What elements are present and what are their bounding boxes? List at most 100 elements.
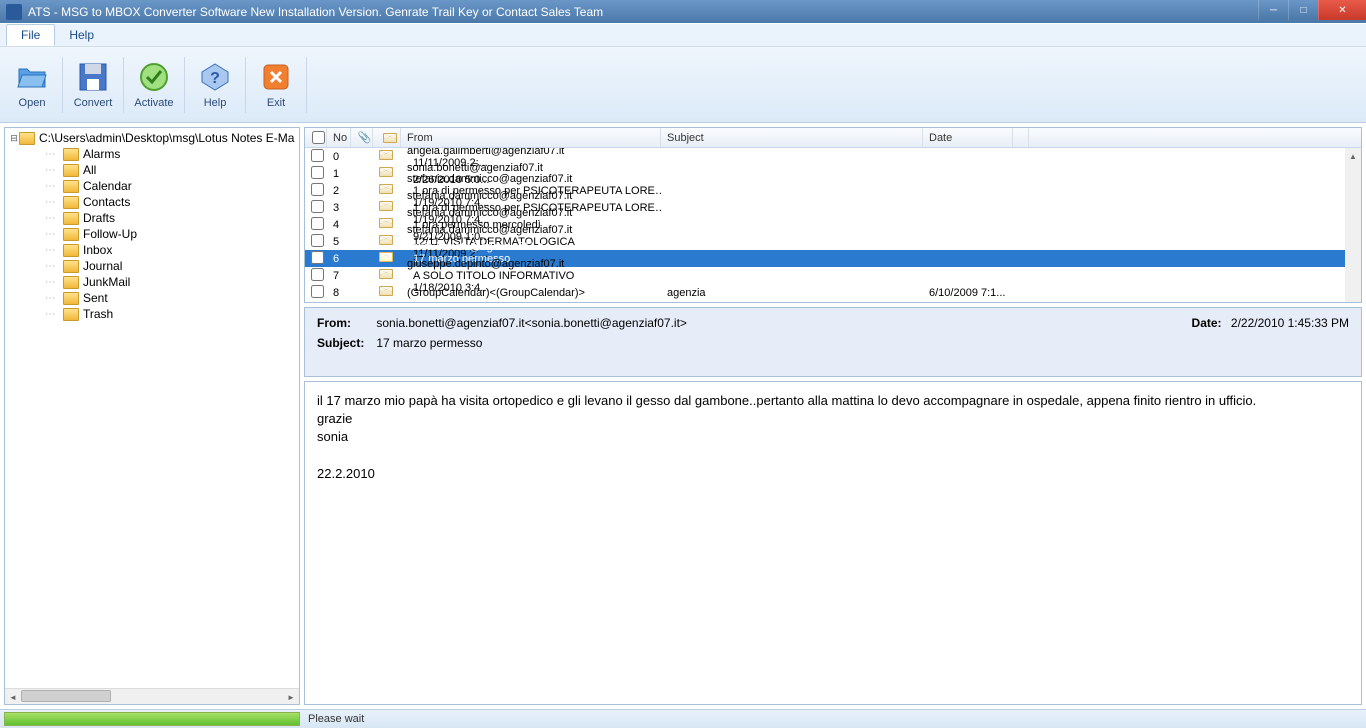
tree-item-follow-up[interactable]: ⋯Follow-Up (7, 226, 297, 242)
col-subject[interactable]: Subject (661, 128, 923, 147)
tree-item-journal[interactable]: ⋯Journal (7, 258, 297, 274)
body-line: 22.2.2010 (317, 465, 1349, 483)
tree-horizontal-scrollbar[interactable]: ◄ ► (5, 688, 299, 704)
row-checkbox[interactable] (311, 234, 324, 247)
select-all-checkbox[interactable] (312, 131, 325, 144)
tree-item-label: Calendar (83, 179, 132, 193)
folder-icon (63, 148, 79, 161)
help-label: Help (204, 97, 227, 109)
tree-branch-icon: ⋯ (45, 277, 63, 288)
attachment-icon: 📎 (358, 131, 372, 144)
tree-branch-icon: ⋯ (45, 229, 63, 240)
folder-icon (63, 180, 79, 193)
row-checkbox[interactable] (311, 200, 324, 213)
message-row[interactable]: 8(GroupCalendar)<(GroupCalendar)>agenzia… (305, 284, 1361, 301)
message-row[interactable]: 7giuseppe.depinto@agenziaf07.itA SOLO TI… (305, 267, 1361, 284)
row-checkbox[interactable] (311, 251, 324, 264)
tree-branch-icon: ⋯ (45, 197, 63, 208)
menu-file[interactable]: File (6, 24, 55, 46)
col-no[interactable]: No (327, 128, 351, 147)
row-envelope (373, 286, 401, 299)
row-checkbox[interactable] (311, 268, 324, 281)
scroll-up-icon[interactable]: ▲ (1345, 148, 1361, 164)
row-checkbox[interactable] (311, 166, 324, 179)
row-envelope (373, 218, 401, 231)
col-checkbox[interactable] (305, 128, 327, 147)
row-checkbox[interactable] (311, 149, 324, 162)
tree-item-inbox[interactable]: ⋯Inbox (7, 242, 297, 258)
list-vertical-scrollbar[interactable]: ▲ (1345, 148, 1361, 302)
window-titlebar: ATS - MSG to MBOX Converter Software New… (0, 0, 1366, 23)
tree-item-contacts[interactable]: ⋯Contacts (7, 194, 297, 210)
scroll-right-icon[interactable]: ► (283, 689, 299, 705)
tree-branch-icon: ⋯ (45, 165, 63, 176)
tree-item-drafts[interactable]: ⋯Drafts (7, 210, 297, 226)
tree-branch-icon: ⋯ (45, 213, 63, 224)
tree-item-label: Alarms (83, 147, 120, 161)
activate-check-icon (138, 61, 170, 93)
help-icon: ? (199, 61, 231, 93)
scroll-thumb[interactable] (21, 690, 111, 702)
row-checkbox[interactable] (311, 183, 324, 196)
col-envelope[interactable] (373, 128, 401, 147)
col-from[interactable]: From (401, 128, 661, 147)
status-text: Please wait (308, 713, 364, 725)
tree-item-calendar[interactable]: ⋯Calendar (7, 178, 297, 194)
tree-root-item[interactable]: ⊟ C:\Users\admin\Desktop\msg\Lotus Notes… (7, 130, 297, 146)
col-attachment[interactable]: 📎 (351, 128, 373, 147)
preview-from-label: From: (317, 316, 373, 330)
row-envelope (373, 252, 401, 265)
preview-from-value: sonia.bonetti@agenziaf07.it<sonia.bonett… (376, 316, 687, 330)
body-line: sonia (317, 428, 1349, 446)
help-button[interactable]: ? Help (187, 52, 243, 118)
envelope-icon (383, 133, 397, 143)
tree-item-sent[interactable]: ⋯Sent (7, 290, 297, 306)
window-maximize-button[interactable]: □ (1288, 0, 1318, 20)
tree-item-label: Trash (83, 307, 113, 321)
status-bar: Please wait (0, 709, 1366, 728)
tree-collapse-icon[interactable]: ⊟ (9, 133, 19, 144)
row-checkbox[interactable] (311, 285, 324, 298)
exit-button[interactable]: Exit (248, 52, 304, 118)
body-line: il 17 marzo mio papà ha visita ortopedic… (317, 392, 1349, 410)
window-close-button[interactable]: ✕ (1318, 0, 1366, 20)
folder-icon (63, 308, 79, 321)
scroll-left-icon[interactable]: ◄ (5, 689, 21, 705)
open-button[interactable]: Open (4, 52, 60, 118)
window-minimize-button[interactable]: ─ (1258, 0, 1288, 20)
row-no: 5 (327, 236, 351, 248)
col-date[interactable]: Date (923, 128, 1013, 147)
folder-icon (63, 164, 79, 177)
tree-branch-icon: ⋯ (45, 293, 63, 304)
convert-label: Convert (74, 97, 113, 109)
tree-item-all[interactable]: ⋯ All (7, 162, 297, 178)
menu-help[interactable]: Help (55, 25, 108, 45)
message-list-pane: No 📎 From Subject Date 0angela.galimbert… (304, 127, 1362, 303)
tree-item-trash[interactable]: ⋯ Trash (7, 306, 297, 322)
row-no: 3 (327, 202, 351, 214)
tree-item-label: All (83, 163, 96, 177)
app-icon (6, 4, 22, 20)
folder-icon (63, 196, 79, 209)
envelope-icon (379, 150, 393, 160)
tree-branch-icon: ⋯ (45, 309, 63, 320)
tree-item-junkmail[interactable]: ⋯ JunkMail (7, 274, 297, 290)
tree-item-label: JunkMail (83, 275, 130, 289)
convert-button[interactable]: Convert (65, 52, 121, 118)
row-subject: agenzia (661, 287, 923, 299)
activate-button[interactable]: Activate (126, 52, 182, 118)
preview-date-label: Date: (1192, 316, 1222, 330)
row-envelope (373, 235, 401, 248)
activate-label: Activate (134, 97, 173, 109)
preview-header: From: sonia.bonetti@agenziaf07.it<sonia.… (304, 307, 1362, 377)
svg-text:?: ? (210, 70, 220, 87)
row-no: 7 (327, 270, 351, 282)
window-title: ATS - MSG to MBOX Converter Software New… (28, 5, 1258, 19)
row-no: 0 (327, 151, 351, 163)
open-folder-icon (16, 61, 48, 93)
folder-icon (63, 292, 79, 305)
row-checkbox[interactable] (311, 217, 324, 230)
row-no: 2 (327, 185, 351, 197)
tree-item-alarms[interactable]: ⋯Alarms (7, 146, 297, 162)
row-no: 1 (327, 168, 351, 180)
